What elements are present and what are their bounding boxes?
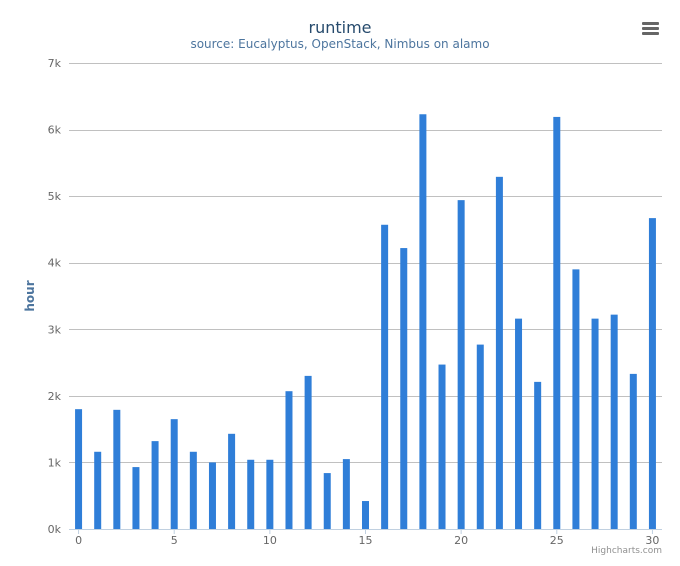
bar-29[interactable]: [629, 373, 637, 529]
y-tick-label: 0k: [48, 523, 62, 536]
bar-4[interactable]: [151, 441, 159, 529]
bar-11[interactable]: [285, 391, 293, 529]
bar-1[interactable]: [94, 451, 102, 529]
bar-15[interactable]: [362, 501, 369, 529]
chart-title: runtime: [308, 18, 371, 37]
y-tick-label: 2k: [48, 390, 62, 403]
bar-3[interactable]: [132, 467, 140, 529]
bar-20[interactable]: [457, 200, 465, 529]
x-tick-label: 0: [75, 534, 82, 547]
y-tick-label: 3k: [48, 323, 62, 336]
bar-26[interactable]: [572, 269, 580, 529]
x-axis-labels: 0 5 10 15 20 25 30: [75, 529, 659, 547]
y-axis-title: hour: [23, 280, 37, 311]
y-tick-label: 7k: [48, 57, 62, 70]
x-tick-label: 10: [263, 534, 277, 547]
bar-30[interactable]: [648, 218, 656, 529]
y-axis-labels: 0k 1k 2k 3k 4k 5k 6k 7k: [48, 57, 62, 536]
y-tick-label: 5k: [48, 190, 62, 203]
bar-21[interactable]: [476, 344, 484, 529]
bars-layer: [75, 114, 656, 530]
chart-subtitle: source: Eucalyptus, OpenStack, Nimbus on…: [190, 37, 489, 51]
bar-13[interactable]: [323, 473, 331, 529]
bar-8[interactable]: [228, 433, 236, 529]
x-tick-label: 15: [359, 534, 373, 547]
y-tick-label: 4k: [48, 257, 62, 270]
bar-12[interactable]: [304, 375, 312, 529]
credits-link[interactable]: Highcharts.com: [591, 546, 662, 556]
bar-16[interactable]: [381, 224, 389, 530]
x-tick-label: 25: [550, 534, 564, 547]
bar-19[interactable]: [438, 364, 446, 529]
bar-22[interactable]: [495, 176, 503, 529]
bar-23[interactable]: [515, 318, 523, 529]
bar-7[interactable]: [208, 462, 216, 529]
bar-18[interactable]: [419, 114, 427, 529]
bar-25[interactable]: [553, 116, 561, 530]
bar-24[interactable]: [534, 381, 542, 529]
bar-5[interactable]: [170, 419, 178, 529]
x-tick-label: 5: [171, 534, 178, 547]
chart-container: runtime source: Eucalyptus, OpenStack, N…: [0, 0, 680, 566]
chart-svg: runtime source: Eucalyptus, OpenStack, N…: [23, 18, 662, 556]
bar-0[interactable]: [75, 409, 83, 529]
bar-28[interactable]: [610, 314, 618, 529]
bar-2[interactable]: [113, 409, 121, 529]
bar-6[interactable]: [189, 451, 197, 529]
y-tick-label: 1k: [48, 456, 62, 469]
bar-10[interactable]: [266, 459, 274, 529]
y-tick-label: 6k: [48, 124, 62, 137]
bar-9[interactable]: [247, 459, 255, 529]
bar-14[interactable]: [342, 459, 350, 529]
bar-17[interactable]: [400, 248, 408, 529]
x-tick-label: 20: [454, 534, 468, 547]
bar-27[interactable]: [591, 318, 599, 529]
hamburger-menu-icon[interactable]: [638, 18, 662, 40]
